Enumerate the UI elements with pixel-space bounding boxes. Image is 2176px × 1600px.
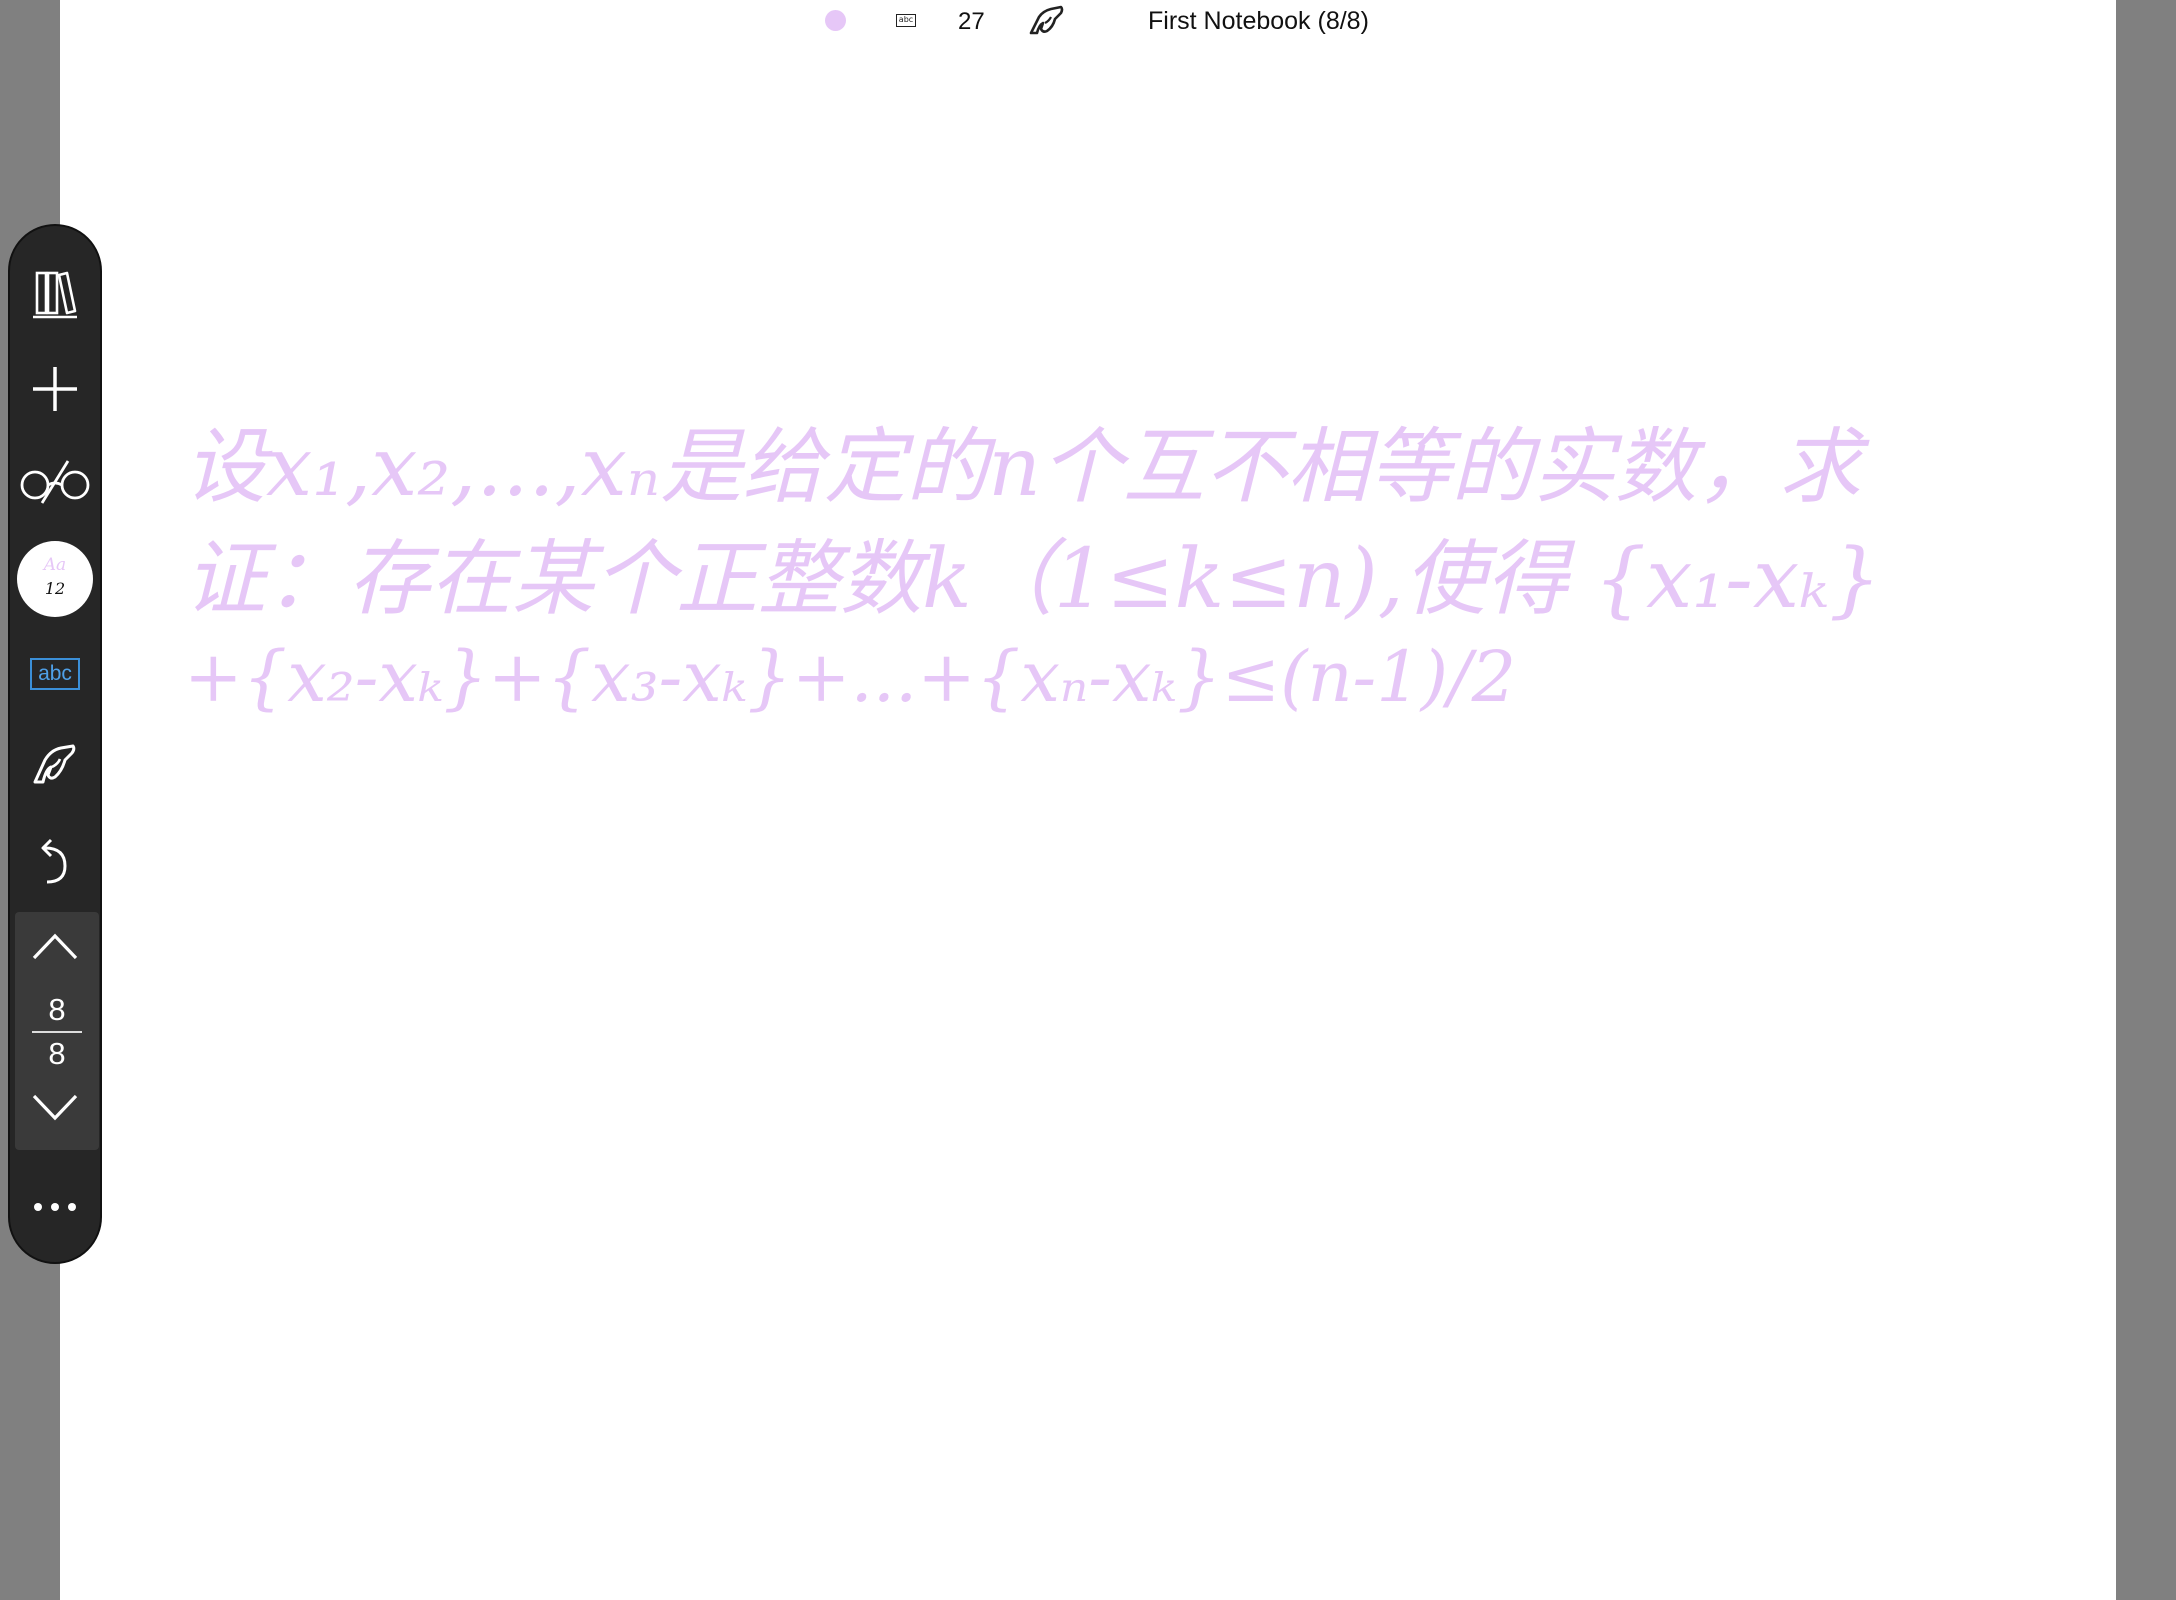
library-button[interactable] bbox=[10, 254, 100, 334]
total-page-count: 8 bbox=[48, 1036, 66, 1071]
notebook-page[interactable] bbox=[60, 0, 2116, 1600]
pen-settings-button[interactable]: Aa 12 bbox=[10, 538, 100, 620]
read-mode-button[interactable] bbox=[10, 446, 100, 516]
previous-page-button[interactable] bbox=[10, 922, 100, 972]
undo-icon bbox=[35, 836, 75, 888]
pen-preview: Aa 12 bbox=[17, 541, 93, 617]
touch-mode-button[interactable] bbox=[10, 730, 100, 800]
page-navigator: 8 8 bbox=[15, 912, 99, 1150]
right-margin bbox=[2116, 0, 2176, 1600]
glasses-icon bbox=[18, 457, 92, 505]
status-bar: abc 27 First Notebook (8/8) bbox=[0, 0, 2176, 44]
ink-line-3: +{x₂-xₖ}+{x₃-xₖ}+...+{xₙ-xₖ}≤(n-1)/2 bbox=[184, 636, 1517, 718]
abc-icon: abc bbox=[30, 658, 80, 690]
next-page-button[interactable] bbox=[10, 1082, 100, 1132]
current-page-number: 8 bbox=[48, 992, 66, 1027]
hand-pen-icon bbox=[31, 740, 79, 790]
chevron-up-icon bbox=[30, 932, 80, 962]
add-page-button[interactable] bbox=[10, 354, 100, 424]
text-mode-indicator-icon[interactable]: abc bbox=[896, 14, 916, 27]
pen-size-indicator[interactable]: 27 bbox=[958, 8, 985, 36]
more-dot bbox=[34, 1203, 42, 1211]
ink-line-2: 证：存在某个正整数k（1≤k≤n),使得 {x₁-xₖ} bbox=[184, 532, 1882, 627]
ink-color-indicator[interactable] bbox=[825, 10, 846, 31]
pen-preview-sample: Aa bbox=[43, 555, 67, 575]
page-fraction-divider bbox=[32, 1031, 82, 1033]
notebook-title: First Notebook (8/8) bbox=[1148, 7, 1369, 35]
more-dot bbox=[51, 1203, 59, 1211]
ink-line-1: 设x₁,x₂,...,xₙ是给定的n个互不相等的实数，求 bbox=[184, 420, 1861, 515]
hand-pen-icon[interactable] bbox=[1027, 3, 1067, 39]
text-recognition-button[interactable]: abc bbox=[10, 644, 100, 704]
pen-preview-size: 12 bbox=[44, 579, 66, 598]
undo-button[interactable] bbox=[10, 830, 100, 894]
library-icon bbox=[31, 267, 79, 321]
plus-icon bbox=[31, 365, 79, 413]
more-dot bbox=[68, 1203, 76, 1211]
side-toolbar: Aa 12 abc 8 8 bbox=[8, 224, 102, 1264]
chevron-down-icon bbox=[30, 1092, 80, 1122]
more-options-button[interactable] bbox=[10, 1192, 100, 1222]
